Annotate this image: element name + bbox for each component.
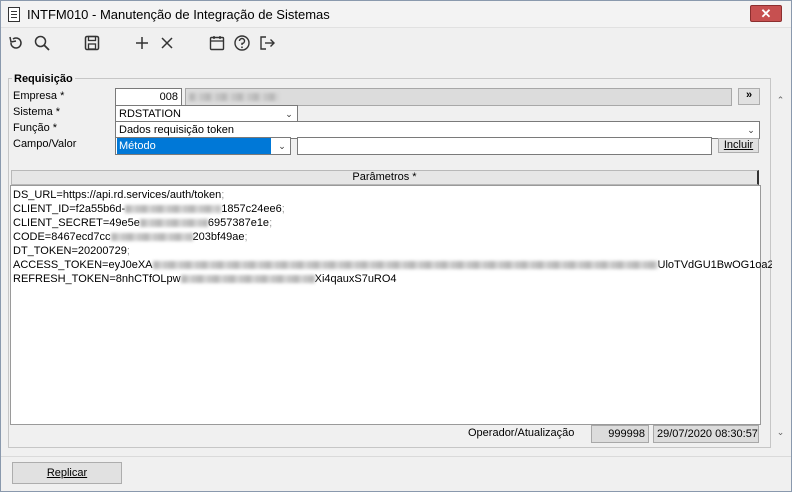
params-header: Parâmetros * [11,170,759,185]
replicar-button[interactable]: Replicar [12,462,122,484]
title-bar: INTFM010 - Manutenção de Integração de S… [1,1,791,28]
chevron-down-icon[interactable]: ⌄ [745,122,757,138]
redacted-text [139,219,208,228]
param-line: CLIENT_SECRET=49e5e 6957387e1e; [13,217,273,229]
chevron-down-icon[interactable]: ⌄ [283,106,295,122]
empresa-name-field [185,88,732,106]
incluir-button[interactable]: Incluir [718,138,759,153]
valor-input[interactable] [297,137,712,155]
funcao-value: Dados requisição token [119,124,234,136]
scroll-up-icon[interactable]: ⌃ [772,92,789,109]
redacted-text [189,93,279,102]
add-icon[interactable] [132,33,152,53]
param-line: CLIENT_ID=f2a55b6d- 1857c24ee6; [13,203,285,215]
param-line: ACCESS_TOKEN=eyJ0eXA UloTVdGU1BwOG1oa2x [13,259,780,271]
exit-icon[interactable] [257,33,277,53]
vertical-scrollbar[interactable]: ⌃ ⌄ [772,78,789,448]
campo-select[interactable]: Método ⌄ [115,137,291,155]
search-icon[interactable] [32,33,52,53]
refresh-icon[interactable] [6,33,26,53]
window-title: INTFM010 - Manutenção de Integração de S… [27,7,330,22]
operador-code-field: 999998 [591,425,649,443]
redacted-text [110,233,193,242]
funcao-label: Função * [13,122,58,134]
document-icon [8,7,20,22]
toolbar [1,28,791,58]
sistema-label: Sistema * [13,106,61,118]
operador-datetime-field: 29/07/2020 08:30:57 [653,425,759,443]
params-textarea[interactable]: DS_URL=https://api.rd.services/auth/toke… [10,185,779,425]
param-line: CODE=8467ecd7cc 203bf49ae; [13,231,248,243]
help-icon[interactable] [232,33,252,53]
save-icon[interactable] [82,33,102,53]
redacted-text [152,261,658,270]
param-line: DT_TOKEN=20200729; [13,245,130,257]
footer-divider [1,456,791,457]
empresa-label: Empresa * [13,90,65,102]
campo-valor-label: Campo/Valor [13,138,77,150]
sistema-value: RDSTATION [119,108,181,120]
scroll-down-icon[interactable]: ⌄ [772,424,789,441]
empresa-code-input[interactable]: 008 [115,88,182,106]
operador-label: Operador/Atualização [468,427,575,439]
calendar-icon[interactable] [207,33,227,53]
delete-icon[interactable] [157,33,177,53]
param-line: DS_URL=https://api.rd.services/auth/toke… [13,189,225,201]
chevron-down-icon[interactable]: ⌄ [276,138,288,154]
redacted-text [125,205,222,214]
param-line: REFRESH_TOKEN=8nhCTfOLpw Xi4qauxS7uRO4 [13,273,397,285]
app-window: INTFM010 - Manutenção de Integração de S… [0,0,792,492]
empresa-lookup-button[interactable]: » [738,88,760,105]
campo-value: Método [117,138,271,154]
redacted-text [180,275,315,284]
close-button[interactable]: ✕ [750,5,782,22]
group-title: Requisição [12,73,75,85]
